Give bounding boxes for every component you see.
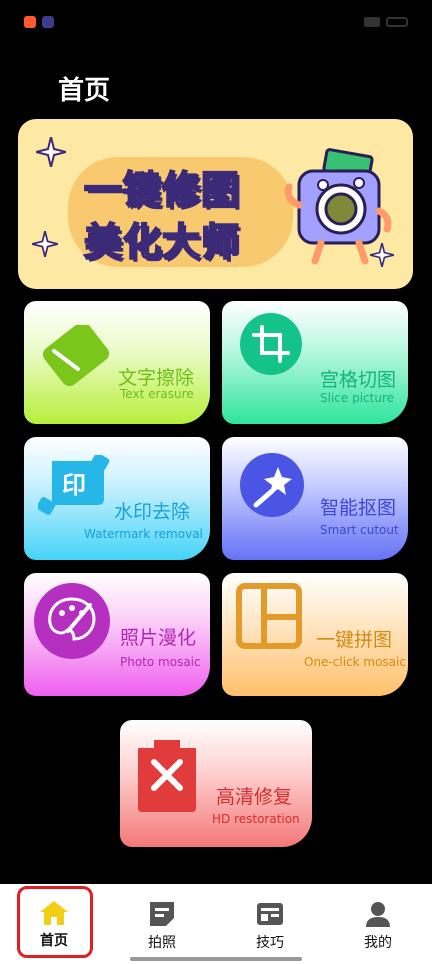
watermark-icon: 印: [38, 455, 110, 515]
notification-app-icon: [24, 16, 36, 28]
promo-banner[interactable]: 一键修图 美化大师: [18, 119, 413, 289]
nav-label: 我的: [364, 935, 392, 951]
tool-title: 一键拼图: [316, 629, 393, 651]
tool-title: 宫格切图: [320, 369, 397, 391]
tool-title: 文字擦除: [118, 367, 195, 389]
status-bar: [0, 0, 432, 44]
tool-card-text-erasure[interactable]: 文字擦除 Text erasure: [24, 301, 210, 424]
tool-card-photo-mosaic[interactable]: 照片漫化 Photo mosaic: [24, 573, 210, 696]
tool-subtitle: Smart cutout: [320, 523, 399, 537]
nav-item-photo[interactable]: 拍照: [108, 884, 216, 964]
tool-card-one-click-mosaic[interactable]: 一键拼图 One-click mosaic: [222, 573, 408, 696]
tips-icon: [257, 903, 283, 925]
tool-card-hd-restoration[interactable]: 高清修复 HD restoration: [120, 720, 312, 847]
repair-tools-icon: [138, 740, 196, 812]
nav-label: 拍照: [148, 935, 176, 951]
tool-subtitle: Photo mosaic: [120, 655, 201, 669]
tool-subtitle: Watermark removal: [84, 527, 203, 541]
sparkle-icon: [36, 137, 66, 167]
banner-title-line1: 一键修图: [83, 167, 241, 213]
tool-title: 高清修复: [216, 786, 293, 808]
tool-subtitle: Text erasure: [120, 387, 194, 401]
tool-title: 照片漫化: [120, 627, 197, 649]
nav-item-profile[interactable]: 我的: [324, 884, 432, 964]
page-title: 首页: [58, 76, 111, 106]
battery-icon: [386, 17, 408, 27]
home-indicator[interactable]: [130, 957, 302, 961]
banner-title-line2: 美化大师: [83, 219, 241, 265]
tool-card-slice-picture[interactable]: 宫格切图 Slice picture: [222, 301, 408, 424]
collage-icon: [236, 583, 302, 649]
camera-mascot-icon: [285, 148, 392, 265]
tool-subtitle: Slice picture: [320, 391, 394, 405]
profile-icon: [366, 902, 390, 927]
notification-app-icon: [42, 16, 54, 28]
camera-note-icon: [150, 902, 174, 926]
svg-text:印: 印: [62, 471, 86, 499]
signal-icon: [364, 17, 380, 27]
crop-icon: [240, 313, 302, 375]
status-right: [364, 17, 408, 27]
status-left: [24, 16, 364, 28]
tool-subtitle: One-click mosaic: [304, 655, 406, 669]
tool-card-smart-cutout[interactable]: 智能抠图 Smart cutout: [222, 437, 408, 560]
tool-title: 智能抠图: [320, 497, 397, 519]
nav-item-tips[interactable]: 技巧: [216, 884, 324, 964]
magic-wand-icon: [240, 453, 304, 517]
active-nav-highlight: [17, 886, 93, 958]
palette-icon: [34, 583, 110, 659]
nav-label: 技巧: [256, 935, 284, 951]
eraser-icon: [43, 325, 109, 387]
sparkle-icon: [32, 231, 58, 257]
tool-card-watermark-removal[interactable]: 印 水印去除 Watermark removal: [24, 437, 210, 560]
tool-subtitle: HD restoration: [212, 812, 300, 826]
tool-title: 水印去除: [114, 501, 191, 523]
